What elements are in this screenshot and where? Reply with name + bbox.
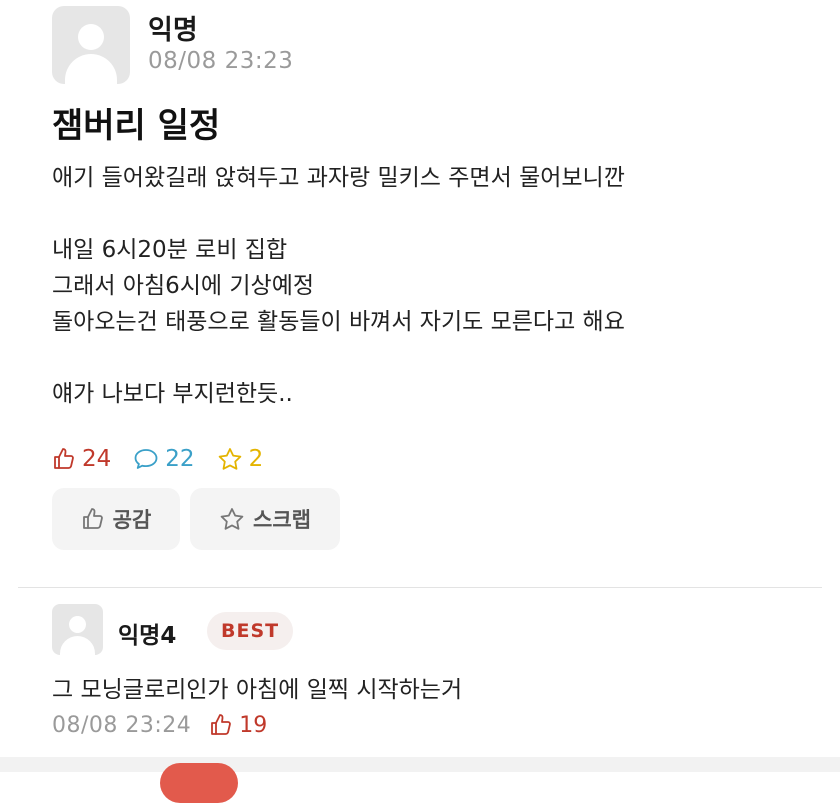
star-icon bbox=[220, 508, 244, 530]
section-divider bbox=[18, 587, 822, 588]
post-author-avatar[interactable] bbox=[52, 6, 130, 84]
post-body-line: 돌아오는건 태풍으로 활동들이 바껴서 자기도 모른다고 해요 bbox=[52, 309, 625, 335]
comment-meta: 08/08 23:24 19 bbox=[52, 710, 267, 740]
post-body-line bbox=[52, 196, 625, 232]
thumbs-up-icon bbox=[54, 448, 74, 469]
speech-bubble-icon bbox=[134, 449, 158, 469]
comment-text: 그 모닝글로리인가 아침에 일찍 시작하는거 bbox=[52, 677, 463, 703]
post-author-name: 익명 bbox=[148, 15, 198, 46]
avatar-body-shape bbox=[60, 636, 95, 655]
comment-like-button[interactable]: 19 bbox=[209, 713, 267, 738]
post-date: 08/08 23:23 bbox=[148, 48, 294, 74]
comment-date: 08/08 23:24 bbox=[52, 712, 192, 738]
post-body-line: 애기 들어왔길래 앉혀두고 과자랑 밀키스 주면서 물어보니깐 bbox=[52, 165, 625, 191]
like-count-stat: 24 bbox=[52, 446, 111, 472]
post-body-line: 그래서 아침6시에 기상예정 bbox=[52, 273, 315, 299]
avatar-head-shape bbox=[78, 24, 104, 50]
like-button-label: 공감 bbox=[112, 508, 152, 532]
scrap-button[interactable]: 스크랩 bbox=[190, 488, 340, 550]
thumbs-up-icon bbox=[82, 508, 103, 529]
bottom-bar bbox=[0, 757, 840, 772]
post-body: 애기 들어왔길래 앉혀두고 과자랑 밀키스 주면서 물어보니깐 내일 6시20분… bbox=[52, 160, 625, 412]
post-body-line bbox=[52, 340, 625, 376]
comment-author-avatar[interactable] bbox=[52, 604, 103, 655]
comment-count: 22 bbox=[165, 446, 195, 472]
comment-author-name: 익명4 bbox=[118, 623, 177, 649]
post-stats: 24 22 2 bbox=[52, 444, 285, 474]
best-badge: BEST bbox=[207, 612, 294, 650]
star-icon bbox=[218, 448, 241, 470]
like-count: 24 bbox=[82, 446, 112, 472]
scrap-button-label: 스크랩 bbox=[253, 508, 311, 532]
like-button[interactable]: 공감 bbox=[52, 488, 180, 550]
post-title: 잼버리 일정 bbox=[52, 106, 221, 146]
comment-like-count: 19 bbox=[239, 712, 268, 738]
comment-count-stat: 22 bbox=[133, 446, 195, 472]
avatar-head-shape bbox=[69, 616, 86, 633]
post-body-line: 내일 6시20분 로비 집합 bbox=[52, 237, 288, 263]
scrap-count: 2 bbox=[248, 446, 264, 472]
scrap-count-stat: 2 bbox=[217, 446, 264, 472]
avatar-body-shape bbox=[65, 54, 117, 84]
thumbs-up-icon bbox=[211, 714, 232, 735]
post-body-line: 얘가 나보다 부지런한듯.. bbox=[52, 381, 293, 407]
floating-action-button-edge[interactable] bbox=[160, 763, 238, 803]
